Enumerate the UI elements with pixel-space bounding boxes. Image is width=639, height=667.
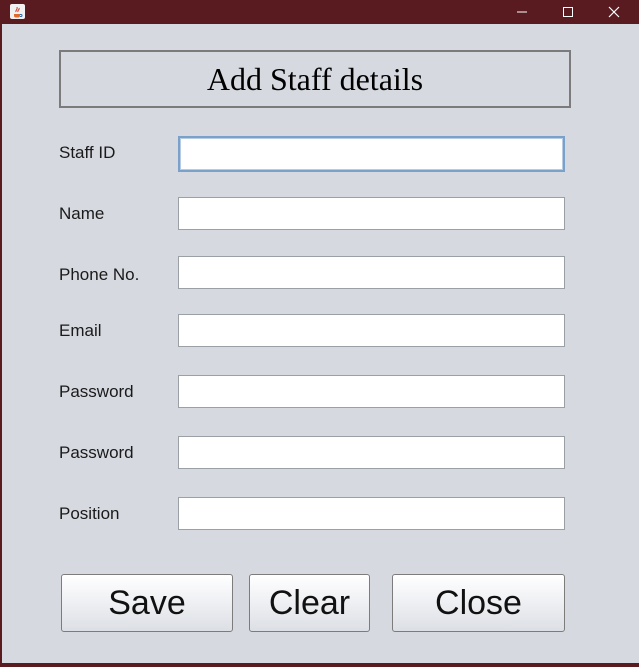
window-border-bottom — [0, 663, 639, 667]
phone-input[interactable] — [178, 256, 565, 289]
close-icon — [608, 6, 620, 18]
email-label: Email — [59, 321, 102, 340]
password-input[interactable] — [178, 375, 565, 408]
confirm-password-input[interactable] — [178, 436, 565, 469]
position-input[interactable] — [178, 497, 565, 530]
window-border-right — [635, 24, 639, 667]
confirm-password-label: Password — [59, 443, 134, 462]
minimize-icon — [517, 11, 527, 13]
maximize-icon — [563, 7, 573, 17]
phone-label: Phone No. — [59, 265, 140, 284]
title-bar — [0, 0, 639, 24]
position-label: Position — [59, 504, 120, 523]
password-label: Password — [59, 382, 134, 401]
form-title: Add Staff details — [59, 50, 571, 108]
form-window: Add Staff details Staff ID Name Phone No… — [2, 24, 635, 663]
name-input[interactable] — [178, 197, 565, 230]
save-button[interactable]: Save — [61, 574, 233, 632]
staff-id-input[interactable] — [178, 136, 565, 172]
staff-id-label: Staff ID — [59, 143, 116, 162]
email-input[interactable] — [178, 314, 565, 347]
minimize-button[interactable] — [499, 0, 545, 24]
java-app-icon — [10, 4, 25, 19]
name-label: Name — [59, 204, 105, 223]
maximize-button[interactable] — [545, 0, 591, 24]
close-button[interactable]: Close — [392, 574, 565, 632]
window-close-button[interactable] — [591, 0, 637, 24]
clear-button[interactable]: Clear — [249, 574, 370, 632]
